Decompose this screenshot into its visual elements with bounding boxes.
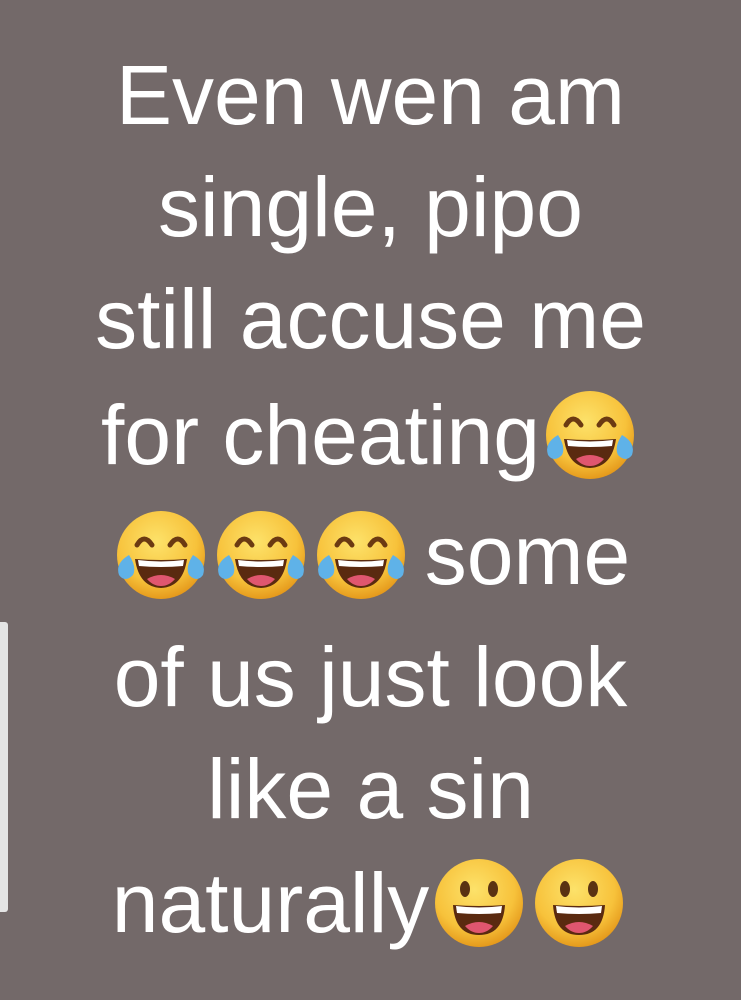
face-with-tears-of-joy-icon	[540, 385, 640, 485]
meme-line-2: single, pipo	[0, 152, 741, 262]
meme-text: Even wen am	[116, 48, 625, 142]
meme-text: single, pipo	[158, 160, 583, 254]
meme-text: of us just look	[113, 630, 628, 724]
meme-text: some	[424, 508, 631, 602]
meme-line-5: some	[0, 500, 741, 610]
meme-text: like a sin	[207, 742, 534, 836]
meme-line-6: of us just look	[0, 622, 741, 732]
face-with-tears-of-joy-icon	[311, 505, 411, 605]
meme-text: for cheating	[101, 388, 540, 482]
face-with-tears-of-joy-icon	[111, 505, 211, 605]
face-with-tears-of-joy-icon	[211, 505, 311, 605]
meme-line-3: still accuse me	[0, 264, 741, 374]
meme-line-8: naturally	[0, 848, 741, 958]
meme-line-4: for cheating	[0, 380, 741, 490]
grinning-face-icon	[529, 853, 629, 953]
meme-text: still accuse me	[95, 272, 646, 366]
meme-line-7: like a sin	[0, 734, 741, 844]
grinning-face-icon	[429, 853, 529, 953]
meme-text: naturally	[111, 856, 430, 950]
meme-line-1: Even wen am	[0, 40, 741, 150]
